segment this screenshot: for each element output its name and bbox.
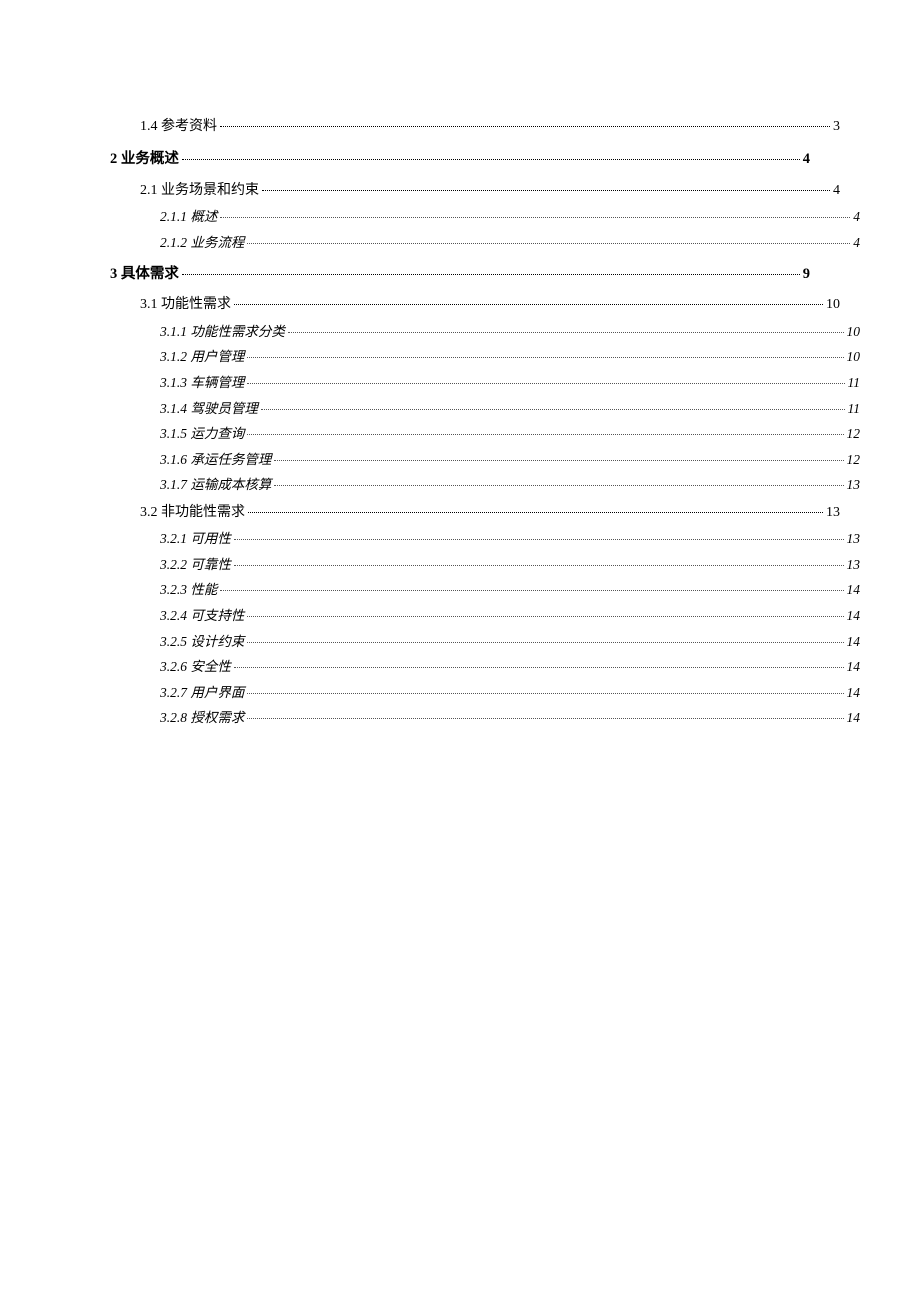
toc-leader-dots <box>248 512 823 513</box>
toc-page-number: 14 <box>847 707 861 729</box>
toc-entry: 3.1 功能性需求 10 <box>140 294 840 316</box>
toc-page-number: 4 <box>833 180 840 202</box>
toc-entry: 3.1.4 驾驶员管理 11 <box>160 398 860 420</box>
toc-leader-dots <box>247 434 843 435</box>
toc-label: 3 具体需求 <box>110 263 179 286</box>
toc-label: 3.2.7 用户界面 <box>160 682 244 704</box>
toc-entry: 3.1.1 功能性需求分类 10 <box>160 321 860 343</box>
toc-label: 3.1.6 承运任务管理 <box>160 449 271 471</box>
toc-label: 3.2 非功能性需求 <box>140 502 245 524</box>
toc-leader-dots <box>220 590 843 591</box>
toc-entry: 3.1.7 运输成本核算 13 <box>160 474 860 496</box>
toc-label: 3.1.4 驾驶员管理 <box>160 398 258 420</box>
toc-entry: 3.2 非功能性需求 13 <box>140 502 840 524</box>
toc-entry: 3.1.3 车辆管理 11 <box>160 372 860 394</box>
toc-page-number: 3 <box>833 116 840 138</box>
toc-entry: 3.2.1 可用性 13 <box>160 528 860 550</box>
toc-page-number: 13 <box>847 554 861 576</box>
toc-page-number: 12 <box>847 449 861 471</box>
toc-entry: 3.1.2 用户管理 10 <box>160 346 860 368</box>
toc-entry: 3.1.5 运力查询 12 <box>160 423 860 445</box>
toc-leader-dots <box>182 274 800 275</box>
toc-page-number: 4 <box>853 206 860 228</box>
toc-entry: 2.1.1 概述 4 <box>160 206 860 228</box>
toc-label: 3.2.2 可靠性 <box>160 554 231 576</box>
toc-page-number: 9 <box>803 263 810 286</box>
toc-label: 3.1.2 用户管理 <box>160 346 244 368</box>
toc-leader-dots <box>262 190 830 191</box>
toc-leader-dots <box>247 383 844 384</box>
toc-label: 3.1.1 功能性需求分类 <box>160 321 285 343</box>
toc-entry: 3.2.5 设计约束 14 <box>160 631 860 653</box>
toc-page-number: 14 <box>847 631 861 653</box>
toc-label: 3.1 功能性需求 <box>140 294 231 316</box>
toc-label: 2 业务概述 <box>110 148 179 171</box>
toc-label: 3.2.4 可支持性 <box>160 605 244 627</box>
toc-leader-dots <box>234 304 823 305</box>
toc-leader-dots <box>220 126 830 127</box>
toc-entry: 1.4 参考资料 3 <box>140 116 840 138</box>
toc-leader-dots <box>234 539 844 540</box>
toc-leader-dots <box>274 485 843 486</box>
toc-leader-dots <box>274 460 843 461</box>
toc-entry: 3.1.6 承运任务管理 12 <box>160 449 860 471</box>
toc-leader-dots <box>247 718 843 719</box>
toc-entry: 3.2.8 授权需求 14 <box>160 707 860 729</box>
toc-label: 3.2.3 性能 <box>160 579 217 601</box>
toc-label: 3.1.5 运力查询 <box>160 423 244 445</box>
toc-page-number: 14 <box>847 656 861 678</box>
toc-entry: 3.2.4 可支持性 14 <box>160 605 860 627</box>
toc-leader-dots <box>247 243 850 244</box>
toc-leader-dots <box>234 565 844 566</box>
toc-label: 1.4 参考资料 <box>140 116 217 138</box>
toc-entry: 3 具体需求 9 <box>110 263 810 286</box>
toc-leader-dots <box>220 217 850 218</box>
toc-label: 3.2.1 可用性 <box>160 528 231 550</box>
toc-page-number: 14 <box>847 605 861 627</box>
toc-label: 3.2.5 设计约束 <box>160 631 244 653</box>
toc-leader-dots <box>247 693 843 694</box>
toc-page-number: 10 <box>847 346 861 368</box>
toc-entry: 3.2.3 性能 14 <box>160 579 860 601</box>
toc-label: 2.1.2 业务流程 <box>160 232 244 254</box>
toc-label: 3.2.6 安全性 <box>160 656 231 678</box>
toc-page-number: 12 <box>847 423 861 445</box>
toc-leader-dots <box>182 159 800 160</box>
toc-page-number: 11 <box>848 398 861 420</box>
toc-page-number: 11 <box>848 372 861 394</box>
toc-leader-dots <box>261 409 845 410</box>
toc-label: 3.1.7 运输成本核算 <box>160 474 271 496</box>
toc-page-number: 10 <box>826 294 840 316</box>
toc-entry: 3.2.7 用户界面 14 <box>160 682 860 704</box>
toc-label: 2.1.1 概述 <box>160 206 217 228</box>
toc-label: 3.1.3 车辆管理 <box>160 372 244 394</box>
table-of-contents: 1.4 参考资料 3 2 业务概述 4 2.1 业务场景和约束 4 2.1.1 … <box>110 116 810 729</box>
toc-page-number: 13 <box>847 528 861 550</box>
toc-leader-dots <box>247 357 843 358</box>
toc-page-number: 14 <box>847 682 861 704</box>
toc-label: 2.1 业务场景和约束 <box>140 180 259 202</box>
toc-entry: 3.2.2 可靠性 13 <box>160 554 860 576</box>
toc-leader-dots <box>247 616 843 617</box>
toc-leader-dots <box>234 667 844 668</box>
toc-leader-dots <box>247 642 843 643</box>
toc-entry: 3.2.6 安全性 14 <box>160 656 860 678</box>
toc-page-number: 13 <box>847 474 861 496</box>
toc-entry: 2 业务概述 4 <box>110 148 810 171</box>
toc-page-number: 4 <box>853 232 860 254</box>
toc-page-number: 10 <box>847 321 861 343</box>
toc-entry: 2.1 业务场景和约束 4 <box>140 180 840 202</box>
toc-page-number: 4 <box>803 148 810 171</box>
toc-page-number: 13 <box>826 502 840 524</box>
toc-page-number: 14 <box>847 579 861 601</box>
toc-entry: 2.1.2 业务流程 4 <box>160 232 860 254</box>
toc-leader-dots <box>288 332 844 333</box>
toc-label: 3.2.8 授权需求 <box>160 707 244 729</box>
